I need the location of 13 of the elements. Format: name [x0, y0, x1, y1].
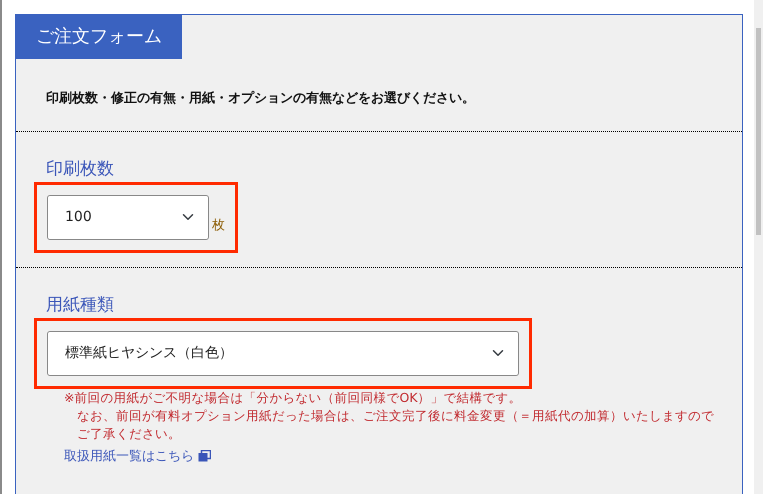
instruction-text: 印刷枚数・修正の有無・用紙・オプションの有無などをお選びください。 — [45, 90, 476, 108]
section-label: 用紙種類 — [46, 294, 115, 316]
paper-list-link[interactable]: 取扱用紙一覧はこちら — [64, 446, 211, 466]
scrollbar-thumb[interactable] — [756, 28, 761, 235]
quantity-select[interactable]: 100 — [47, 194, 209, 240]
form-title: ご注文フォーム — [16, 15, 182, 59]
note-text: ※前回の用紙がご不明な場合は「分からない（前回同様でOK）」で結構です。 — [64, 388, 523, 406]
section-label: 印刷枚数 — [46, 158, 115, 180]
scrollbar[interactable] — [754, 0, 763, 494]
note-text: なお、前回が有料オプション用紙だった場合は、ご注文完了後に料金変更（＝用紙代の加算）いたしますのでご了承ください。 — [76, 406, 715, 442]
unit-label: 枚 — [212, 217, 225, 235]
new-window-icon — [198, 450, 211, 462]
paper-select[interactable]: 標準紙ヒヤシンス（白色） — [47, 330, 519, 376]
